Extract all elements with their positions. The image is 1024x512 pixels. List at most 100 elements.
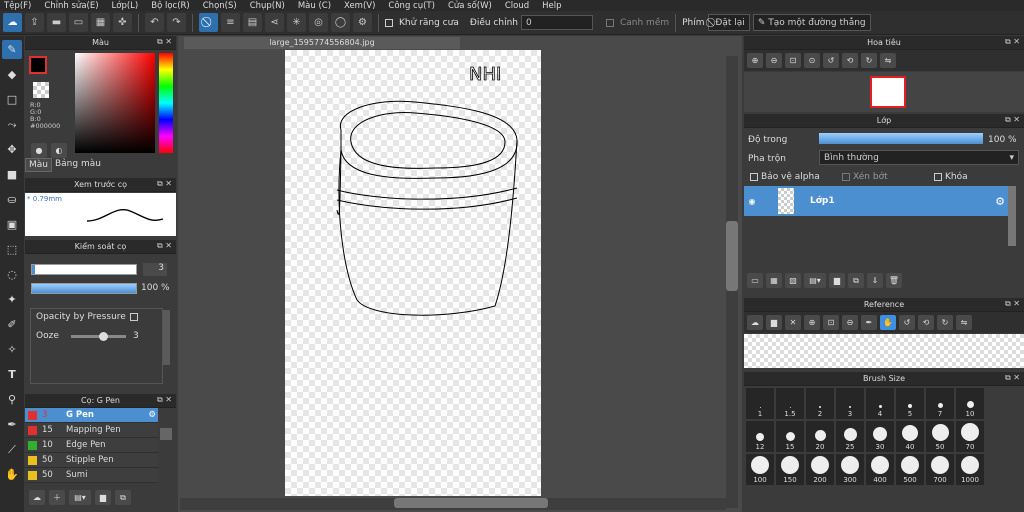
layer-scrollbar[interactable] <box>1008 186 1016 246</box>
divide-tool-icon[interactable]: ⚲ <box>2 390 22 409</box>
brush-size-cell[interactable]: 1 <box>746 388 774 419</box>
opacity-slider[interactable] <box>31 283 137 294</box>
navigator-viewport[interactable] <box>870 76 906 108</box>
layer-opacity-slider[interactable] <box>819 133 983 144</box>
tab-color[interactable]: Màu <box>25 158 52 172</box>
size-slider[interactable] <box>31 264 137 275</box>
reference-flip-icon[interactable]: ⇋ <box>956 315 972 330</box>
zoom-actual-icon[interactable]: ⊙ <box>804 53 820 68</box>
dropper-tool-icon[interactable]: ⟋ <box>2 440 22 459</box>
smudge-tool-icon[interactable]: ⤳ <box>2 115 22 134</box>
select-pen-tool-icon[interactable]: ✐ <box>2 315 22 334</box>
panel-icon[interactable]: ▭ <box>69 13 88 32</box>
snap-off-icon[interactable]: ⃠ <box>199 13 218 32</box>
lock-checkbox[interactable] <box>934 173 942 181</box>
adjust-select[interactable]: 0 <box>520 15 593 30</box>
brush-size-cell[interactable]: 25 <box>836 421 864 452</box>
menu-select[interactable]: Chọn(S) <box>203 1 237 11</box>
reference-zoom-out-icon[interactable]: ⊖ <box>842 315 858 330</box>
reference-rotate-right-icon[interactable]: ↻ <box>937 315 953 330</box>
gradient-tool-icon[interactable]: ▣ <box>2 215 22 234</box>
protect-alpha-checkbox[interactable] <box>750 173 758 181</box>
brush-size-cell[interactable]: 5 <box>896 388 924 419</box>
brush-cloud-icon[interactable]: ☁ <box>29 490 45 505</box>
text-tool-icon[interactable]: T <box>2 365 22 384</box>
menu-color[interactable]: Màu (C) <box>298 1 331 11</box>
visibility-icon[interactable]: ◉ <box>744 197 760 206</box>
rotate-right-icon[interactable]: ↻ <box>861 53 877 68</box>
brush-item[interactable]: 50 Sumi <box>25 468 158 483</box>
brush-size-cell[interactable]: 1000 <box>956 454 984 485</box>
snap-settings-icon[interactable]: ⚙ <box>353 13 372 32</box>
blend-select[interactable]: Bình thường ▾ <box>819 150 1019 165</box>
flip-icon[interactable]: ⇋ <box>880 53 896 68</box>
menu-help[interactable]: Help <box>542 1 561 11</box>
folder-icon[interactable]: ▆ <box>829 273 845 288</box>
reference-zoom-in-icon[interactable]: ⊕ <box>804 315 820 330</box>
opacity-pressure-checkbox[interactable] <box>129 313 138 321</box>
brush-tool-icon[interactable]: ✎ <box>2 40 22 59</box>
export-icon[interactable]: ⇪ <box>25 13 44 32</box>
brush-folder-icon[interactable]: ▆ <box>95 490 111 505</box>
panel-controls-icon[interactable]: ⧉ ✕ <box>157 241 172 251</box>
brush-list-scrollbar[interactable] <box>160 428 172 440</box>
smooth-checkbox[interactable] <box>605 18 614 27</box>
brush-item[interactable]: 15 Mapping Pen <box>25 423 158 438</box>
panel-controls-icon[interactable]: ⧉ ✕ <box>1005 299 1020 309</box>
document-canvas[interactable]: NHI <box>285 50 541 496</box>
reference-hand-icon[interactable]: ✋ <box>880 315 896 330</box>
brush-size-cell[interactable]: 4 <box>866 388 894 419</box>
gear-icon[interactable]: ⚙ <box>995 195 1005 208</box>
brush-new-icon[interactable]: ▤▾ <box>69 490 91 505</box>
panel-controls-icon[interactable]: ⧉ ✕ <box>1005 37 1020 47</box>
cloud-icon[interactable]: ☁ <box>3 13 22 32</box>
zoom-in-icon[interactable]: ⊕ <box>747 53 763 68</box>
document-tab[interactable]: large_1595774556804.jpg <box>184 37 460 49</box>
brush-size-cell[interactable]: 100 <box>746 454 774 485</box>
reference-rotate-reset-icon[interactable]: ⟲ <box>918 315 934 330</box>
brush-add-icon[interactable]: ＋ <box>49 490 65 505</box>
size-value[interactable]: 3 <box>143 263 167 276</box>
new-halftone-icon[interactable]: ▦ <box>766 273 782 288</box>
brush-size-cell[interactable]: 400 <box>866 454 894 485</box>
brush-size-cell[interactable]: 15 <box>776 421 804 452</box>
comment-icon[interactable]: ▬ <box>47 13 66 32</box>
magic-wand-tool-icon[interactable]: ✦ <box>2 290 22 309</box>
rotate-reset-icon[interactable]: ⟲ <box>842 53 858 68</box>
brush-size-cell[interactable]: 70 <box>956 421 984 452</box>
saturation-value-picker[interactable] <box>75 53 155 153</box>
brush-size-cell[interactable]: 20 <box>806 421 834 452</box>
clipping-checkbox[interactable] <box>842 173 850 181</box>
reset-button[interactable]: ⃠ Đặt lại <box>707 14 750 31</box>
reference-cloud-icon[interactable]: ☁ <box>747 315 763 330</box>
reference-fit-icon[interactable]: ⊡ <box>823 315 839 330</box>
merge-icon[interactable]: ⇓ <box>867 273 883 288</box>
transparent-color-swatch[interactable] <box>33 82 49 98</box>
brush-size-cell[interactable]: 3 <box>836 388 864 419</box>
brush-size-cell[interactable]: 2 <box>806 388 834 419</box>
reference-canvas[interactable] <box>744 334 1024 368</box>
panel-controls-icon[interactable]: ⧉ ✕ <box>157 179 172 189</box>
menu-file[interactable]: Tệp(F) <box>4 1 31 11</box>
brush-control-scrollbar[interactable] <box>163 310 170 365</box>
brush-size-cell[interactable]: 300 <box>836 454 864 485</box>
delete-icon[interactable]: 🗑 <box>886 273 902 288</box>
reference-rotate-left-icon[interactable]: ↺ <box>899 315 915 330</box>
reference-close-icon[interactable]: ✕ <box>785 315 801 330</box>
brush-size-cell[interactable]: 700 <box>926 454 954 485</box>
layer-row[interactable]: ◉ Lớp1 ⚙ <box>744 186 1008 216</box>
panel-controls-icon[interactable]: ⧉ ✕ <box>1005 115 1020 125</box>
antialias-checkbox[interactable] <box>385 18 393 27</box>
snap-icon[interactable]: ✜ <box>113 13 132 32</box>
vertical-scrollbar[interactable] <box>726 56 738 508</box>
straight-line-button[interactable]: ✎ Tạo một đường thẳng <box>752 14 871 31</box>
radial-icon[interactable]: ✳ <box>287 13 306 32</box>
panel-controls-icon[interactable]: ⧉ ✕ <box>157 37 172 47</box>
brush-item[interactable]: 3 G Pen ⚙ <box>25 408 158 423</box>
tab-palette[interactable]: Bảng màu <box>52 158 104 172</box>
brush-size-cell[interactable]: 150 <box>776 454 804 485</box>
brush-size-cell[interactable]: 40 <box>896 421 924 452</box>
swap-color-icon[interactable]: ◐ <box>51 143 67 158</box>
rotate-left-icon[interactable]: ↺ <box>823 53 839 68</box>
grid-snap-icon[interactable]: ▤ <box>243 13 262 32</box>
